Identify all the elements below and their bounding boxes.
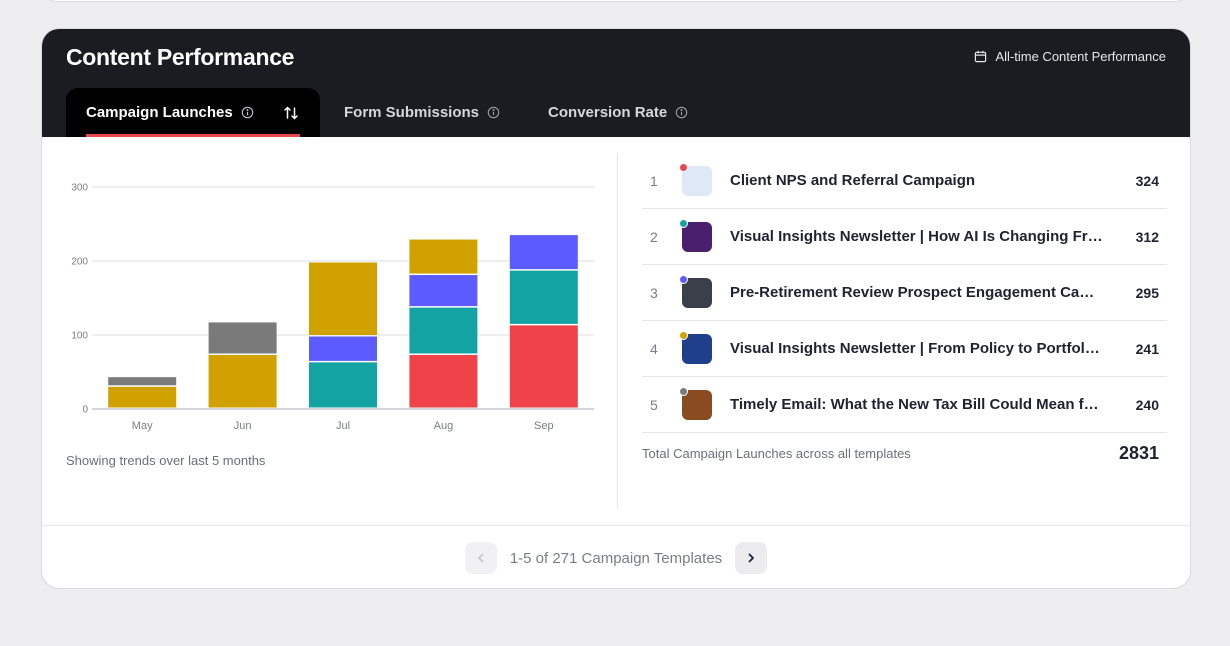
bar-segment <box>409 307 478 354</box>
bar-segment <box>309 336 377 361</box>
series-color-dot <box>679 274 688 284</box>
bar-segment <box>509 235 578 270</box>
info-icon[interactable] <box>241 106 254 119</box>
bar-segment <box>509 325 578 408</box>
tab-label: Conversion Rate <box>548 104 668 121</box>
template-name: Visual Insights Newsletter | From Policy… <box>730 340 1119 357</box>
tab-campaign-launches[interactable]: Campaign Launches <box>66 88 320 137</box>
launches-bar-chart: 0 100 200 300 May Jun Jul Aug Sep <box>71 183 594 432</box>
chart-caption: Showing trends over last 5 months <box>66 453 266 468</box>
x-tick-label: Sep <box>534 420 554 432</box>
series-color-dot <box>679 386 688 396</box>
template-name: Visual Insights Newsletter | How AI Is C… <box>730 228 1119 245</box>
row-rank: 3 <box>650 284 658 301</box>
chevron-right-icon <box>748 553 755 563</box>
bar-segment <box>208 322 277 354</box>
x-tick-label: May <box>132 420 153 432</box>
date-range-text: All-time Content Performance <box>995 49 1166 64</box>
total-value: 2831 <box>1118 443 1159 463</box>
bar-segment <box>309 262 377 335</box>
info-icon[interactable] <box>675 106 688 119</box>
bar-segment <box>409 239 478 274</box>
pagination: 1-5 of 271 Campaign Templates <box>42 542 1190 574</box>
template-thumbnail <box>679 386 712 420</box>
pagination-text: 1-5 of 271 Campaign Templates <box>509 549 723 567</box>
template-name: Client NPS and Referral Campaign <box>730 172 976 189</box>
row-rank: 4 <box>650 340 658 357</box>
previous-card <box>41 0 1191 2</box>
template-thumbnail <box>679 330 712 364</box>
x-tick-label: Aug <box>434 420 454 432</box>
prev-page-button[interactable] <box>464 542 497 574</box>
template-name: Pre-Retirement Review Prospect Engagemen… <box>730 284 1119 301</box>
bar-segment <box>108 386 177 408</box>
chevron-left-icon <box>478 553 484 563</box>
template-ranking-list: 1 Client NPS and Referral Campaign 324 2… <box>642 153 1167 433</box>
x-tick-label: Jul <box>336 420 350 432</box>
sort-icon[interactable] <box>282 104 300 122</box>
card-header: Content Performance All-time Content Per… <box>42 29 1190 137</box>
card-title: Content Performance <box>66 44 295 70</box>
y-tick-label: 200 <box>71 257 88 268</box>
calendar-icon <box>975 50 987 63</box>
tab-label: Form Submissions <box>344 104 480 121</box>
tab-form-submissions[interactable]: Form Submissions <box>320 88 524 137</box>
row-rank: 2 <box>650 228 658 245</box>
launch-count: 241 <box>1135 340 1159 357</box>
bar-segment <box>409 275 478 307</box>
bar-segment <box>208 354 277 408</box>
launch-count: 240 <box>1135 396 1159 413</box>
template-thumbnail <box>679 274 712 308</box>
row-rank: 1 <box>650 172 658 189</box>
x-tick-label: Jun <box>234 420 252 432</box>
bar-segment <box>309 362 377 408</box>
template-thumbnail <box>679 162 712 196</box>
total-label: Total Campaign Launches across all templ… <box>642 446 911 461</box>
template-row[interactable]: 1 Client NPS and Referral Campaign 324 <box>642 153 1167 209</box>
section-divider <box>617 153 618 509</box>
info-icon[interactable] <box>487 106 500 119</box>
launch-count: 312 <box>1135 228 1159 245</box>
bar-segment <box>409 354 478 408</box>
template-row[interactable]: 2 Visual Insights Newsletter | How AI Is… <box>642 209 1167 265</box>
next-page-button[interactable] <box>735 542 768 574</box>
date-range-label: All-time Content Performance <box>974 49 1166 64</box>
launch-count: 324 <box>1135 172 1159 189</box>
launch-count: 295 <box>1135 284 1159 301</box>
row-rank: 5 <box>650 396 658 413</box>
y-tick-label: 0 <box>82 405 88 416</box>
tab-conversion-rate[interactable]: Conversion Rate <box>524 88 712 137</box>
tab-label: Campaign Launches <box>86 104 233 121</box>
series-color-dot <box>679 218 688 228</box>
footer-divider <box>42 525 1190 526</box>
template-thumbnail <box>679 218 712 252</box>
template-row[interactable]: 4 Visual Insights Newsletter | From Poli… <box>642 321 1167 377</box>
series-color-dot <box>679 330 688 340</box>
template-row[interactable]: 5 Timely Email: What the New Tax Bill Co… <box>642 377 1167 433</box>
content-performance-card: Content Performance All-time Content Per… <box>41 28 1191 589</box>
template-row[interactable]: 3 Pre-Retirement Review Prospect Engagem… <box>642 265 1167 321</box>
bar-segment <box>108 377 177 386</box>
total-row: Total Campaign Launches across all templ… <box>642 443 1167 464</box>
metric-tabs: Campaign Launches Form Submissions Conve… <box>66 88 712 137</box>
template-name: Timely Email: What the New Tax Bill Coul… <box>730 396 1119 413</box>
y-tick-label: 300 <box>71 183 88 194</box>
series-color-dot <box>679 162 688 172</box>
bar-segment <box>509 270 578 324</box>
y-tick-label: 100 <box>71 331 88 342</box>
